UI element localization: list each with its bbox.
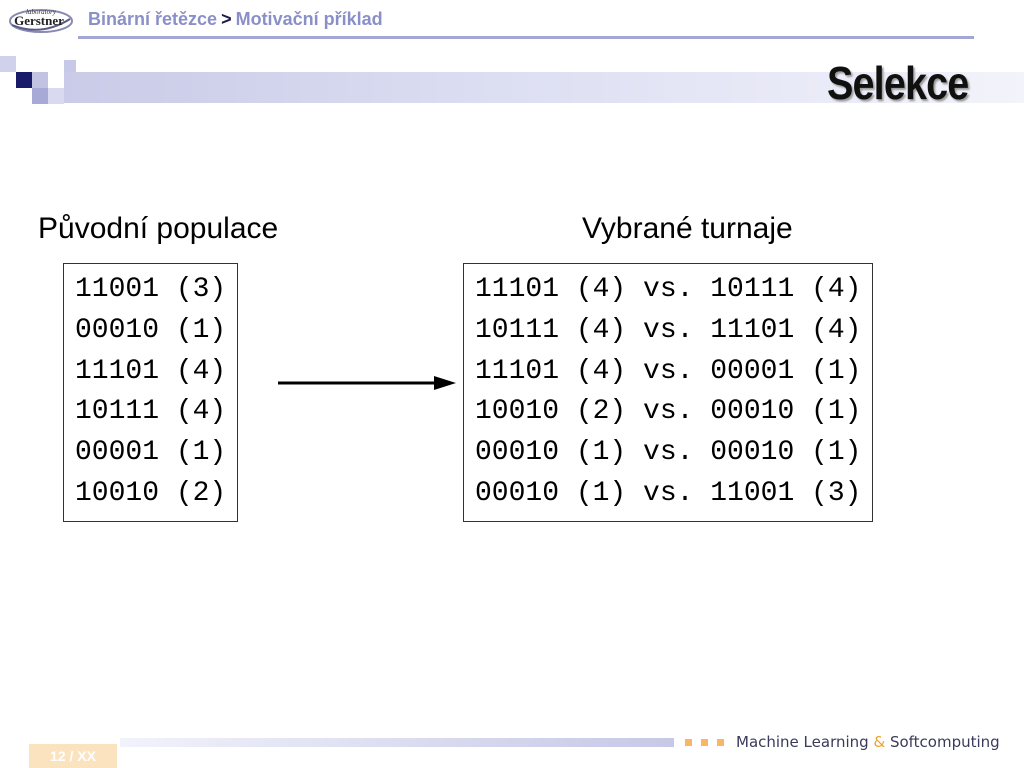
population-line: 00001 (1) [75, 437, 227, 469]
tournament-line: 10010 (2) vs. 00010 (1) [475, 396, 862, 428]
footer-square-icon [717, 739, 724, 746]
breadcrumb: Binární řetězce > Motivační příklad [88, 9, 383, 30]
footer-square-icon [685, 739, 692, 746]
tournament-line: 00010 (1) vs. 00010 (1) [475, 437, 862, 469]
population-line: 10111 (4) [75, 396, 227, 428]
population-line: 10010 (2) [75, 477, 227, 509]
right-arrow-icon [278, 376, 456, 390]
breadcrumb-separator: > [221, 9, 232, 29]
logo-text-gerstner: Gerstner [14, 13, 64, 28]
slide-title: Selekce [826, 57, 969, 109]
breadcrumb-item-motivating-example[interactable]: Motivační příklad [236, 9, 383, 29]
tournament-line: 00010 (1) vs. 11001 (3) [475, 477, 862, 509]
population-line: 00010 (1) [75, 314, 227, 346]
course-name-part2: Softcomputing [889, 733, 1000, 751]
course-name: Machine Learning & Softcomputing [736, 733, 1000, 751]
course-name-ampersand: & [873, 733, 886, 751]
footer-band [120, 738, 674, 747]
population-line: 11101 (4) [75, 355, 227, 387]
tournaments-box: 11101 (4) vs. 10111 (4) 10111 (4) vs. 111… [463, 263, 874, 522]
page-number: 12 / XX [29, 744, 117, 768]
tournament-line: 10111 (4) vs. 11101 (4) [475, 314, 862, 346]
population-line: 11001 (3) [75, 274, 227, 305]
selected-tournaments-heading: Vybrané turnaje [582, 212, 793, 245]
header-rule [78, 36, 974, 39]
tournament-line: 11101 (4) vs. 00001 (1) [475, 355, 862, 387]
original-population-heading: Původní populace [38, 212, 279, 245]
breadcrumb-item-binary-strings[interactable]: Binární řetězce [88, 9, 217, 29]
course-name-part1: Machine Learning [736, 733, 869, 751]
population-box: 11001 (3) 00010 (1) 11101 (4) 10111 (4) 0000… [63, 263, 239, 522]
gerstner-logo: laboratory Gerstner [9, 8, 73, 33]
tournament-line: 11101 (4) vs. 10111 (4) [475, 274, 862, 305]
footer-square-icon [701, 739, 708, 746]
